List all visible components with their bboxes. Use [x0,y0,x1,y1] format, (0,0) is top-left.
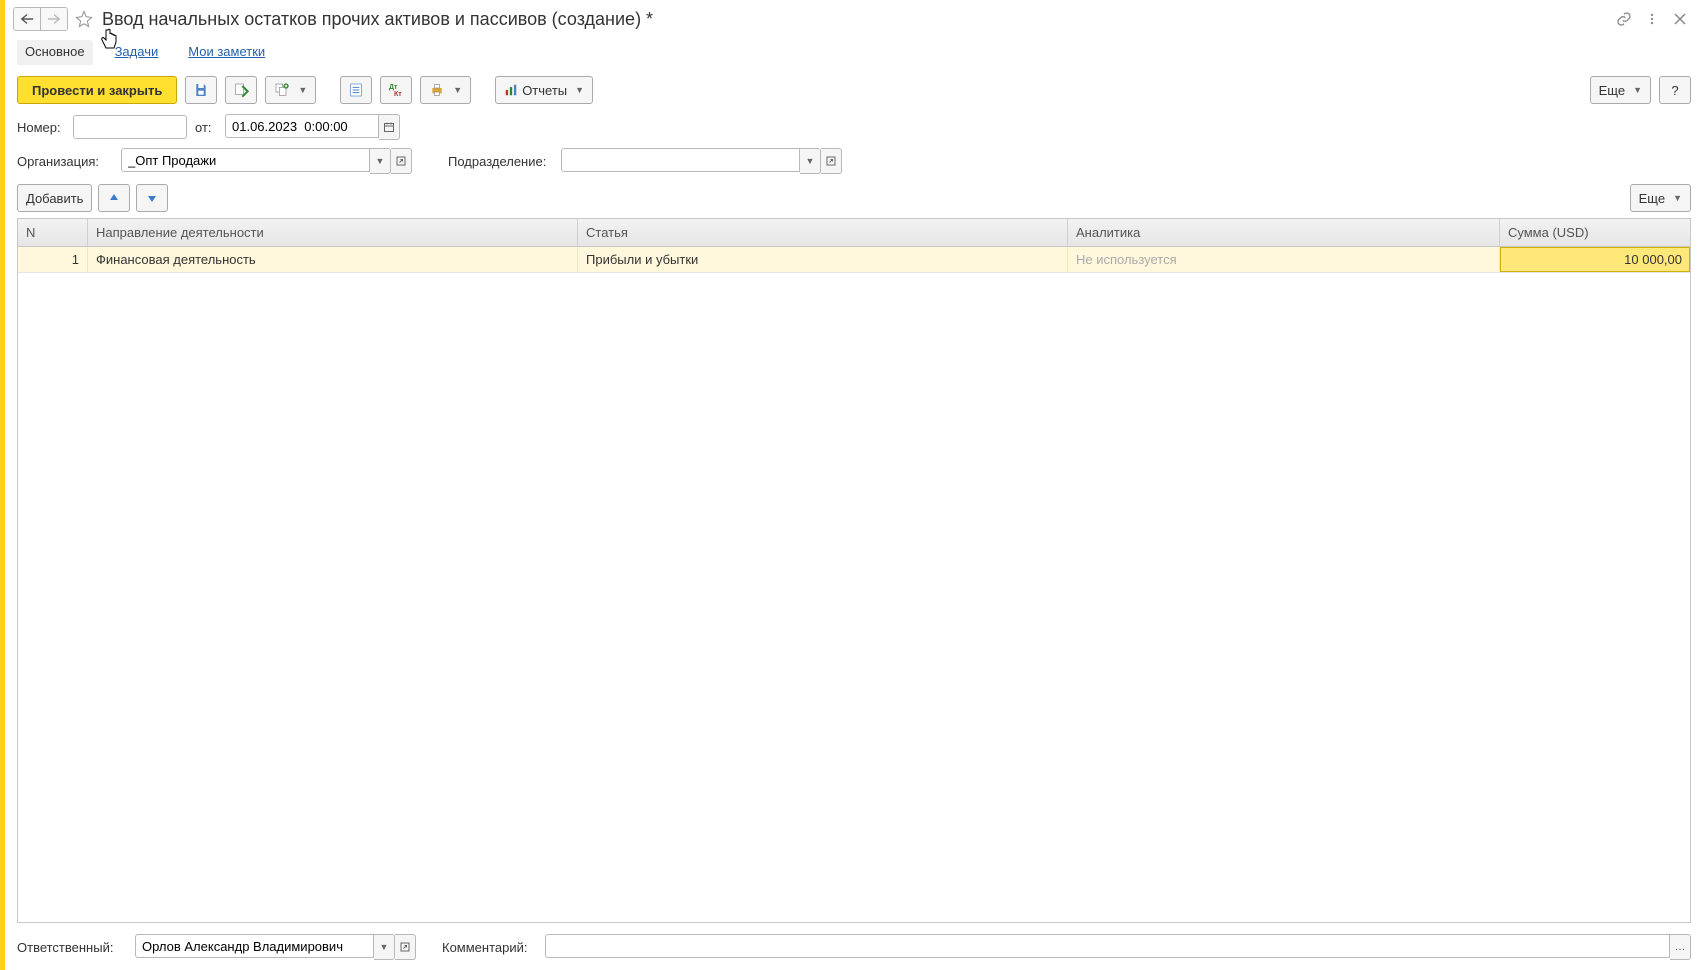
dept-input[interactable] [561,148,800,172]
more-vert-icon[interactable] [1643,10,1661,28]
nav-forward-button[interactable] [40,8,67,30]
create-based-on-button[interactable]: ▼ [265,76,316,104]
list-button[interactable] [340,76,372,104]
chevron-down-icon: ▼ [575,85,584,95]
dtkt-button[interactable]: ДтКт [380,76,412,104]
dept-open-button[interactable] [821,148,842,174]
org-dropdown-button[interactable]: ▼ [370,148,391,174]
org-open-button[interactable] [391,148,412,174]
col-header-sum[interactable]: Сумма (USD) [1500,219,1690,246]
move-up-button[interactable] [98,184,130,212]
tab-main[interactable]: Основное [17,40,93,65]
save-button[interactable] [185,76,217,104]
col-header-direction[interactable]: Направление деятельности [88,219,578,246]
dept-label: Подразделение: [448,154,553,169]
responsible-dropdown-button[interactable]: ▼ [374,934,395,960]
tab-tasks[interactable]: Задачи [107,40,167,65]
number-label: Номер: [17,120,65,135]
post-button[interactable] [225,76,257,104]
favorite-star-icon[interactable] [74,9,94,29]
responsible-input[interactable] [135,934,374,958]
more-button[interactable]: Еще ▼ [1590,76,1651,104]
cell-analytics[interactable]: Не используется [1068,247,1500,272]
responsible-open-button[interactable] [395,934,416,960]
print-button[interactable]: ▼ [420,76,471,104]
add-row-button[interactable]: Добавить [17,184,92,212]
page-title: Ввод начальных остатков прочих активов и… [102,9,1615,30]
comment-label: Комментарий: [442,940,537,955]
cell-direction[interactable]: Финансовая деятельность [88,247,578,272]
date-input[interactable] [225,114,379,138]
nav-back-button[interactable] [14,8,40,30]
svg-text:Кт: Кт [394,91,402,98]
chevron-down-icon: ▼ [1633,85,1642,95]
calendar-icon[interactable] [379,114,400,140]
close-icon[interactable] [1671,10,1689,28]
org-input[interactable] [121,148,370,172]
comment-input[interactable] [545,934,1670,958]
col-header-analytics[interactable]: Аналитика [1068,219,1500,246]
cell-article[interactable]: Прибыли и убытки [578,247,1068,272]
chevron-down-icon: ▼ [298,85,307,95]
help-button[interactable]: ? [1659,76,1691,104]
link-icon[interactable] [1615,10,1633,28]
chevron-down-icon: ▼ [453,85,462,95]
col-header-article[interactable]: Статья [578,219,1068,246]
reports-label: Отчеты [522,83,567,98]
tab-notes[interactable]: Мои заметки [180,40,273,65]
comment-expand-button[interactable]: … [1670,934,1691,960]
table-row[interactable]: 1 Финансовая деятельность Прибыли и убыт… [18,247,1690,273]
dept-dropdown-button[interactable]: ▼ [800,148,821,174]
col-header-n[interactable]: N [18,219,88,246]
svg-text:Дт: Дт [389,84,398,91]
post-and-close-button[interactable]: Провести и закрыть [17,76,177,104]
org-label: Организация: [17,154,113,169]
table-more-button[interactable]: Еще ▼ [1630,184,1691,212]
move-down-button[interactable] [136,184,168,212]
from-label: от: [195,120,217,135]
chevron-down-icon: ▼ [1673,193,1682,203]
data-table: N Направление деятельности Статья Аналит… [17,218,1691,923]
number-input[interactable] [73,115,187,139]
responsible-label: Ответственный: [17,940,127,955]
cell-n[interactable]: 1 [18,247,88,272]
reports-button[interactable]: Отчеты ▼ [495,76,593,104]
cell-sum[interactable]: 10 000,00 [1500,247,1690,272]
